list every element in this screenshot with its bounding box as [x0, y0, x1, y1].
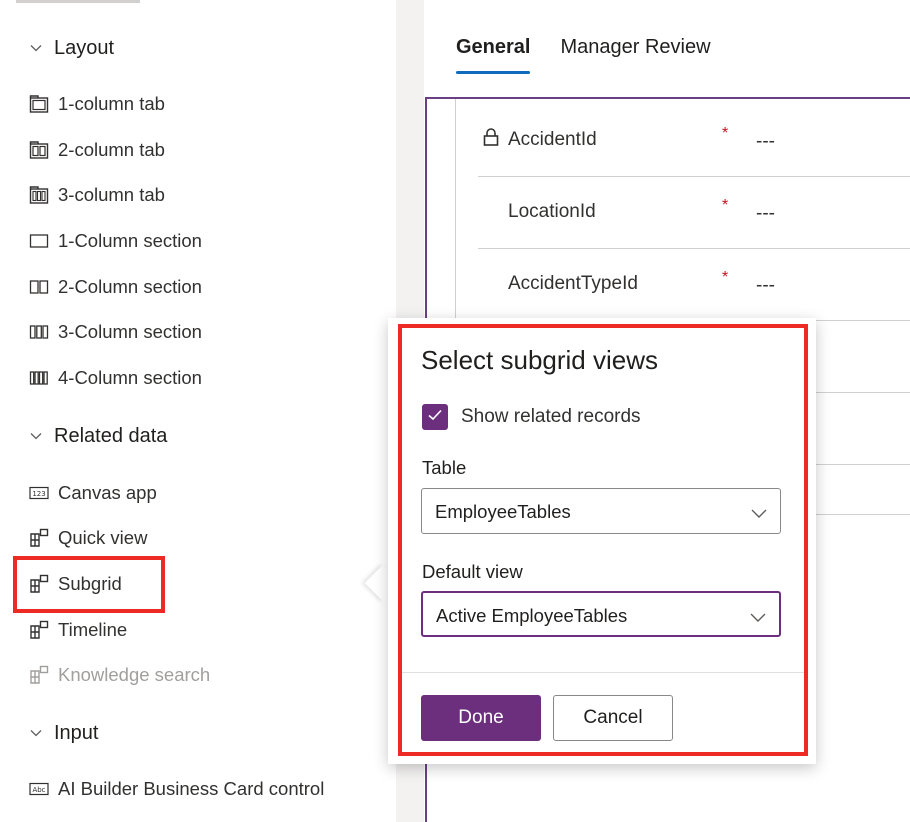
form-tabs: General Manager Review	[456, 30, 711, 74]
group-header-related-data[interactable]: Related data	[30, 422, 167, 450]
two-column-section-icon	[28, 277, 50, 297]
toolbox-item-timeline[interactable]: Timeline	[28, 616, 127, 644]
quick-view-icon	[28, 528, 50, 548]
toolbox-item-1-column-section[interactable]: 1-Column section	[28, 227, 202, 255]
svg-text:123: 123	[32, 490, 45, 498]
toolbox-item-label: 1-Column section	[58, 230, 202, 251]
one-column-section-icon	[28, 231, 50, 251]
field-row-accidenttypeid[interactable]: AccidentTypeId * ---	[478, 249, 910, 321]
timeline-icon	[28, 620, 50, 640]
chevron-down-icon	[30, 430, 42, 442]
two-column-tab-icon	[28, 140, 50, 160]
three-column-section-icon	[28, 322, 50, 342]
subgrid-highlight-box	[13, 556, 165, 613]
toolbox-item-label: Knowledge search	[58, 664, 211, 685]
toolbox-item-label: 2-Column section	[58, 276, 202, 297]
toolbox-pane: Layout 1-column tab 2-column tab 3-colum…	[0, 0, 396, 822]
tab-general[interactable]: General	[456, 30, 531, 74]
toolbox-item-label: Timeline	[58, 619, 128, 640]
toolbox-item-label: 2-column tab	[58, 139, 165, 160]
one-column-tab-icon	[28, 94, 50, 114]
business-card-icon: Abc	[28, 779, 50, 799]
toolbox-item-1-column-tab[interactable]: 1-column tab	[28, 90, 165, 118]
toolbox-item-label: 3-Column section	[58, 321, 202, 342]
toolbox-item-label: 3-column tab	[58, 184, 165, 205]
toolbox-item-knowledge-search: Knowledge search	[28, 661, 210, 689]
toolbox-item-label: Canvas app	[58, 482, 157, 503]
toolbox-item-3-column-section[interactable]: 3-Column section	[28, 318, 202, 346]
field-value: ---	[756, 131, 775, 152]
chevron-down-icon	[30, 727, 42, 739]
toolbox-item-2-column-tab[interactable]: 2-column tab	[28, 136, 165, 164]
field-row-locationid[interactable]: LocationId * ---	[478, 177, 910, 249]
knowledge-search-icon	[28, 665, 50, 685]
toolbox-item-label: Quick view	[58, 527, 148, 548]
toolbox-item-4-column-section[interactable]: 4-Column section	[28, 364, 202, 392]
toolbox-item-label: 4-Column section	[58, 367, 202, 388]
required-marker: *	[722, 125, 729, 142]
tab-manager-review[interactable]: Manager Review	[560, 30, 710, 74]
four-column-section-icon	[28, 368, 50, 388]
three-column-tab-icon	[28, 185, 50, 205]
toolbox-item-ai-builder-business-card[interactable]: Abc AI Builder Business Card control	[28, 775, 324, 803]
group-header-label: Related data	[54, 424, 168, 447]
dialog-highlight-box	[398, 324, 808, 756]
required-marker: *	[722, 269, 729, 286]
field-label: LocationId	[508, 201, 596, 222]
toolbox-item-2-column-section[interactable]: 2-Column section	[28, 273, 202, 301]
field-label: AccidentTypeId	[508, 273, 638, 294]
toolbox-item-canvas-app[interactable]: 123 Canvas app	[28, 479, 157, 507]
group-header-label: Layout	[54, 36, 115, 59]
field-row-accidentid[interactable]: AccidentId * ---	[478, 105, 910, 177]
scroll-edge	[16, 0, 140, 3]
field-label: AccidentId	[508, 129, 597, 150]
field-value: ---	[756, 203, 775, 224]
lock-icon	[482, 127, 500, 153]
group-header-label: Input	[54, 721, 99, 744]
canvas-app-icon: 123	[28, 483, 50, 503]
toolbox-item-3-column-tab[interactable]: 3-column tab	[28, 181, 165, 209]
svg-text:Abc: Abc	[32, 786, 45, 794]
chevron-down-icon	[30, 42, 42, 54]
group-header-input[interactable]: Input	[30, 719, 98, 747]
toolbox-item-quick-view[interactable]: Quick view	[28, 524, 147, 552]
field-value: ---	[756, 275, 775, 296]
required-marker: *	[722, 197, 729, 214]
group-header-layout[interactable]: Layout	[30, 34, 114, 62]
toolbox-item-label: AI Builder Business Card control	[58, 778, 325, 799]
toolbox-item-label: 1-column tab	[58, 93, 165, 114]
